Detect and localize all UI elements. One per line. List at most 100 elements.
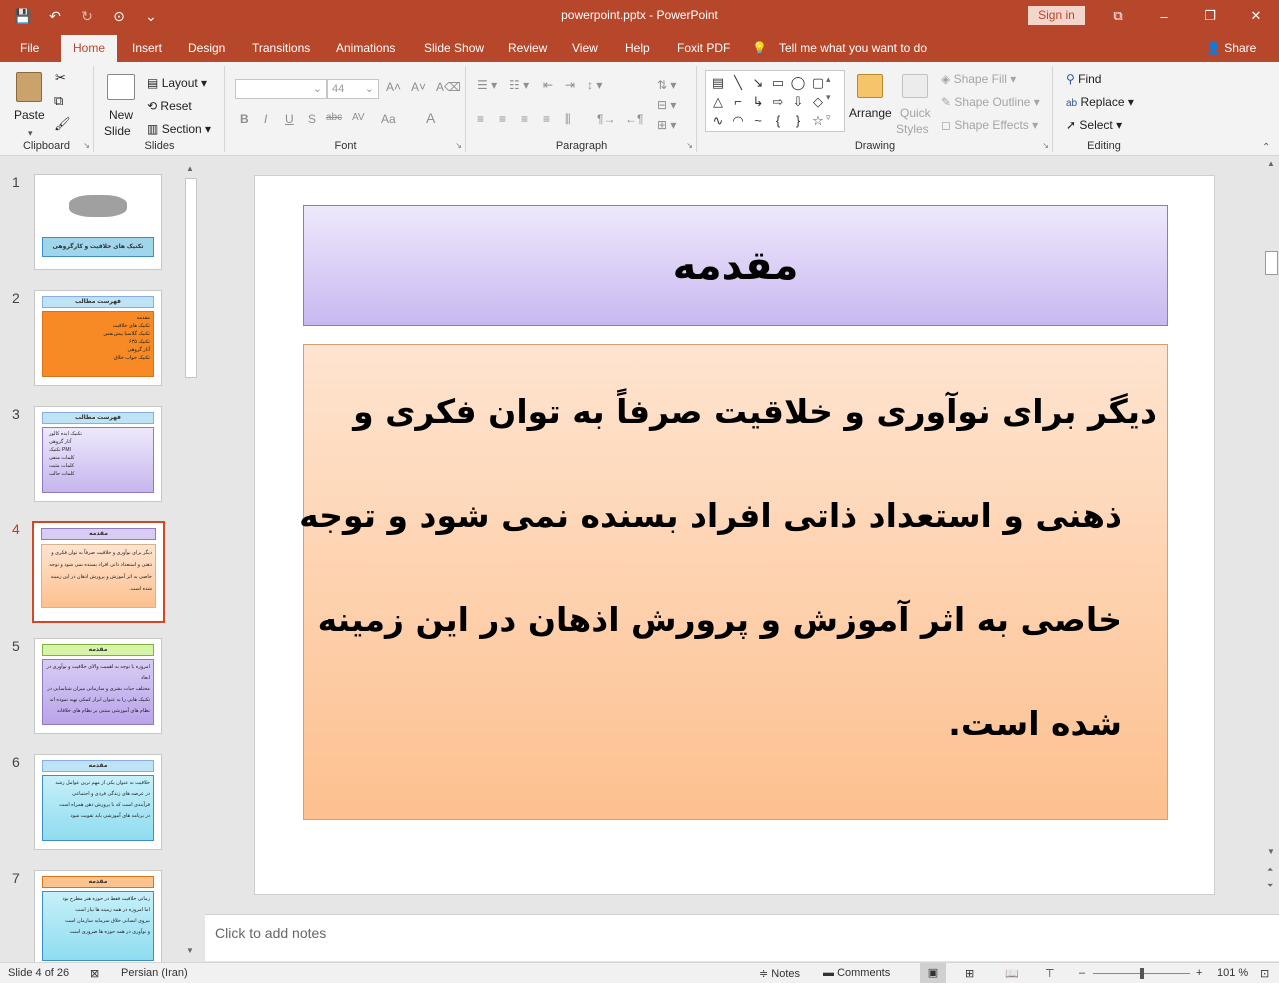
slide-thumbnail-1[interactable]: تکنیک های خلاقیت و کارگروهی [34,174,162,270]
numbering-icon[interactable]: ☷ ▾ [509,78,529,92]
quick-styles-line1[interactable]: Quick [900,106,931,120]
tab-home[interactable]: Home [61,35,118,62]
minimize-icon[interactable]: – [1141,0,1187,32]
line-spacing-icon[interactable]: ↕ ▾ [587,78,602,92]
font-size-combo[interactable]: 44 ⌄ [327,79,379,99]
slide-scrollbar[interactable]: ▲ ▼ ⏶ ⏷ [1264,157,1279,913]
quick-styles-icon[interactable] [902,74,928,98]
shapes-gallery[interactable]: ▤ ╲ ↘ ▭ ◯ ▢ △ ⌐ ↳ ⇨ ⇩ ◇ ∿ ◠ ~ { } ☆ [705,70,845,132]
ribbon-display-options-icon[interactable]: ⧉ [1095,0,1141,32]
collapse-ribbon-icon[interactable]: ⌃ [1262,142,1270,153]
shape-fill-button[interactable]: ◈ Shape Fill ▾ [941,72,1016,86]
ltr-icon[interactable]: ¶→ [597,112,615,126]
decrease-indent-icon[interactable]: ⇤ [543,78,553,92]
tab-file[interactable]: File [20,32,39,62]
paste-dropdown-icon[interactable]: ▾ [28,128,33,139]
rounded-rect-shape-icon[interactable]: ▢ [808,73,828,92]
scrollbar-thumb[interactable] [185,178,197,378]
line-shape-icon[interactable]: ╲ [728,73,748,92]
decrease-font-icon[interactable]: A˅ [411,80,426,94]
text-shadow-button[interactable]: S [308,112,316,126]
font-name-combo[interactable]: ⌄ [235,79,327,99]
bullets-icon[interactable]: ☰ ▾ [477,78,497,92]
spelling-icon[interactable]: ⊠ [90,967,99,980]
zoom-out-icon[interactable]: – [1079,967,1085,979]
new-slide-icon[interactable] [107,74,135,100]
restore-icon[interactable]: ❐ [1187,0,1233,32]
find-button[interactable]: ⚲ Find [1066,72,1101,86]
clipboard-launcher-icon[interactable]: ↘ [83,141,90,150]
slide-thumbnail-6[interactable]: مقدمه خلاقیت به عنوان یکی از مهم ترین عو… [34,754,162,850]
align-center-icon[interactable]: ≡ [499,112,506,126]
slide-body-placeholder[interactable]: دیگر برای نوآوری و خلاقیت صرفاً به توان … [299,344,1168,820]
font-launcher-icon[interactable]: ↘ [455,141,462,150]
previous-slide-icon[interactable]: ⏶ [1267,865,1273,875]
format-painter-icon[interactable]: 🖌 [54,116,71,132]
tab-slideshow[interactable]: Slide Show [424,32,484,62]
align-right-icon[interactable]: ≡ [521,112,528,126]
arrow-shape-icon[interactable]: ↘ [748,73,768,92]
freeform-shape-icon[interactable]: ◇ [808,92,828,111]
scroll-up-icon[interactable]: ▲ [1267,159,1275,168]
increase-indent-icon[interactable]: ⇥ [565,78,575,92]
gallery-scroll-up-icon[interactable]: ▴ [826,74,831,85]
layout-button[interactable]: ▤ Layout ▾ [147,76,207,90]
star-shape-icon[interactable]: ☆ [808,111,828,130]
increase-font-icon[interactable]: A˄ [386,80,401,94]
text-direction-icon[interactable]: ⇅ ▾ [657,78,676,92]
slide-title-placeholder[interactable]: مقدمه [303,205,1168,326]
tab-design[interactable]: Design [188,32,225,62]
slide-thumbnail-3[interactable]: فهرست مطالب تکنیک ایده کالور آثار گروهی … [34,406,162,502]
down-arrow-shape-icon[interactable]: ⇩ [788,92,808,111]
drawing-launcher-icon[interactable]: ↘ [1042,141,1049,150]
scroll-down-icon[interactable]: ▼ [1267,847,1275,856]
arrange-button[interactable]: Arrange [849,106,892,120]
font-color-button[interactable]: A [426,110,435,126]
left-brace-icon[interactable]: { [768,111,788,130]
zoom-level[interactable]: 101 % [1217,967,1248,979]
align-left-icon[interactable]: ≡ [477,112,484,126]
slideshow-view-icon[interactable]: ⊤ [1045,967,1055,980]
elbow-connector-icon[interactable]: ⌐ [728,92,748,111]
right-arrow-shape-icon[interactable]: ⇨ [768,92,788,111]
fit-to-window-icon[interactable]: ⊡ [1260,967,1269,980]
copy-icon[interactable]: ⧉ [54,93,63,109]
thumbnails-scrollbar[interactable]: ▲ ▼ [183,162,198,957]
reading-view-icon[interactable]: 📖 [1005,967,1019,980]
slide-thumbnail-4[interactable]: مقدمه دیگر برای نوآوری و خلاقیت صرفاً به… [32,521,165,623]
tab-animations[interactable]: Animations [336,32,395,62]
paragraph-launcher-icon[interactable]: ↘ [686,141,693,150]
curve-shape-icon[interactable]: ∿ [708,111,728,130]
notes-placeholder[interactable]: Click to add notes [215,925,326,941]
clear-formatting-icon[interactable]: A⌫ [436,80,461,94]
share-button[interactable]: 👤 Share [1206,32,1256,62]
scribble-shape-icon[interactable]: ~ [748,111,768,130]
smartart-icon[interactable]: ⊞ ▾ [657,118,676,132]
shape-effects-button[interactable]: ◻ Shape Effects ▾ [941,118,1038,132]
tell-me-box[interactable]: 💡 Tell me what you want to do [752,32,927,62]
slide-thumbnail-5[interactable]: مقدمه امروزه با توجه به اهمیت والای خلاق… [34,638,162,734]
zoom-in-icon[interactable]: + [1196,967,1202,979]
next-slide-icon[interactable]: ⏷ [1267,881,1273,891]
rectangle-shape-icon[interactable]: ▭ [768,73,788,92]
triangle-shape-icon[interactable]: △ [708,92,728,111]
oval-shape-icon[interactable]: ◯ [788,73,808,92]
reset-button[interactable]: ⟲ Reset [147,99,192,113]
tab-review[interactable]: Review [508,32,547,62]
notes-pane[interactable]: Click to add notes [205,914,1279,961]
replace-button[interactable]: ab Replace ▾ [1066,95,1134,109]
normal-view-icon[interactable]: ▣ [920,963,946,983]
scroll-up-icon[interactable]: ▲ [186,164,194,173]
elbow-arrow-icon[interactable]: ↳ [748,92,768,111]
paste-button[interactable]: Paste [14,108,45,122]
current-slide[interactable]: مقدمه دیگر برای نوآوری و خلاقیت صرفاً به… [254,175,1215,895]
underline-button[interactable]: U [285,112,294,126]
align-text-icon[interactable]: ⊟ ▾ [657,98,676,112]
tab-transitions[interactable]: Transitions [252,32,310,62]
tab-foxit-pdf[interactable]: Foxit PDF [677,32,730,62]
gallery-more-icon[interactable]: ▿ [826,112,831,123]
change-case-button[interactable]: Aa [381,112,396,126]
language-indicator[interactable]: Persian (Iran) [121,967,188,979]
zoom-slider-thumb[interactable] [1140,968,1144,979]
paste-icon[interactable] [16,72,42,102]
